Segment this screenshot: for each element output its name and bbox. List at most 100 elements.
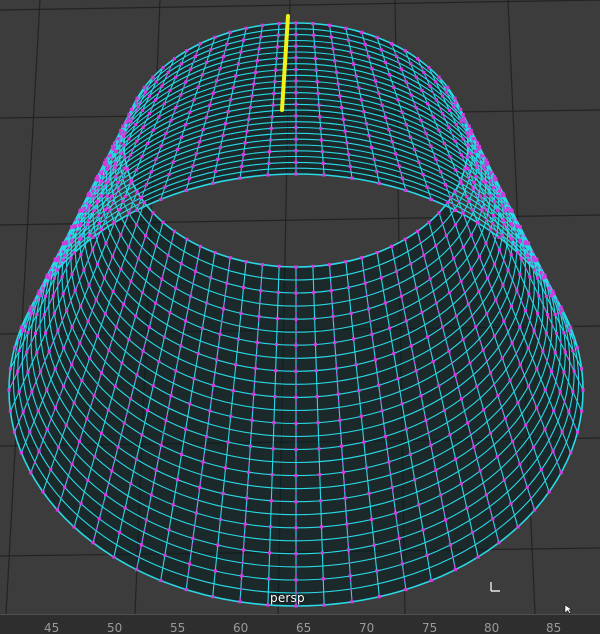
vertex — [110, 469, 114, 473]
vertex — [313, 316, 317, 321]
vertex — [447, 291, 452, 295]
vertex — [234, 363, 238, 367]
vertex — [475, 141, 480, 145]
vertex — [420, 88, 424, 93]
vertex — [123, 506, 127, 510]
vertex — [311, 22, 315, 26]
vertex — [465, 194, 469, 199]
persp-viewport[interactable]: persp 45 50 55 60 65 70 75 80 85 — [0, 0, 600, 634]
vertex — [269, 499, 273, 503]
vertex — [372, 157, 376, 161]
vertex — [349, 311, 353, 315]
vertex — [553, 312, 557, 316]
vertex — [571, 349, 575, 353]
vertex — [294, 552, 298, 556]
vertex — [244, 26, 248, 30]
vertex — [399, 294, 403, 298]
vertex — [532, 329, 536, 333]
vertex — [453, 223, 458, 227]
vertex — [113, 384, 117, 388]
vertex — [175, 478, 179, 482]
vertex — [129, 120, 133, 124]
vertex — [426, 335, 430, 339]
vertex — [151, 128, 155, 132]
vertex — [318, 115, 322, 119]
vertex — [164, 418, 168, 422]
vertex — [253, 366, 258, 370]
vertex — [321, 577, 325, 581]
vertex — [35, 312, 39, 316]
vertex — [42, 313, 46, 317]
vertex — [49, 468, 53, 472]
cone-mesh[interactable] — [0, 0, 600, 614]
vertex — [482, 180, 486, 184]
vertex — [441, 267, 445, 271]
vertex — [536, 276, 540, 280]
vertex — [408, 452, 412, 456]
vertex — [422, 70, 426, 75]
vertex — [503, 209, 507, 213]
vertex — [485, 312, 489, 316]
vertex — [229, 98, 233, 102]
vertex — [459, 482, 463, 486]
vertex — [185, 237, 189, 241]
vertex — [112, 555, 116, 559]
vertex — [454, 457, 458, 461]
vertex — [160, 277, 164, 281]
vertex — [70, 272, 74, 276]
vertex — [134, 223, 139, 227]
vertex — [213, 169, 217, 173]
timeline-tick: 60 — [233, 621, 249, 634]
vertex — [516, 525, 520, 529]
vertex — [185, 49, 189, 53]
vertex — [17, 390, 21, 394]
vertex — [272, 421, 276, 425]
vertex — [531, 445, 536, 449]
vertex — [8, 367, 12, 371]
vertex — [437, 384, 441, 388]
vertex — [442, 141, 446, 146]
vertex — [562, 370, 566, 374]
vertex — [441, 94, 445, 98]
timeline-tick: 45 — [44, 621, 60, 634]
vertex — [127, 338, 131, 342]
vertex — [159, 443, 163, 447]
vertex — [72, 525, 76, 529]
vertex — [413, 148, 417, 152]
vertex — [272, 91, 276, 96]
vertex — [441, 112, 445, 116]
vertex — [518, 325, 522, 329]
vertex — [247, 117, 251, 121]
vertex — [236, 62, 240, 66]
vertex — [547, 490, 551, 494]
vertex — [85, 209, 89, 213]
vertex — [113, 165, 117, 169]
timeline-ruler[interactable]: 45 50 55 60 65 70 75 80 85 — [0, 614, 600, 634]
vertex — [427, 220, 431, 224]
vertex — [86, 478, 90, 482]
vertex — [277, 22, 281, 26]
vertex — [429, 578, 433, 583]
vertex — [211, 181, 215, 185]
vertex — [28, 309, 32, 313]
vertex — [434, 80, 438, 84]
vertex — [492, 334, 497, 338]
vertex — [447, 349, 451, 353]
vertex — [364, 122, 369, 126]
vertex — [147, 112, 151, 116]
vertex — [188, 110, 192, 114]
vertex — [141, 349, 145, 353]
vertex — [569, 451, 573, 455]
vertex — [484, 241, 488, 245]
vertex — [204, 115, 209, 119]
vertex — [96, 214, 100, 218]
vertex — [404, 80, 408, 84]
vertex — [425, 185, 429, 189]
vertex — [294, 44, 298, 48]
vertex — [552, 409, 556, 413]
vertex — [448, 433, 452, 437]
vertex — [424, 418, 428, 422]
vertex — [61, 258, 65, 262]
vertex — [363, 281, 367, 285]
vertex — [459, 181, 463, 185]
